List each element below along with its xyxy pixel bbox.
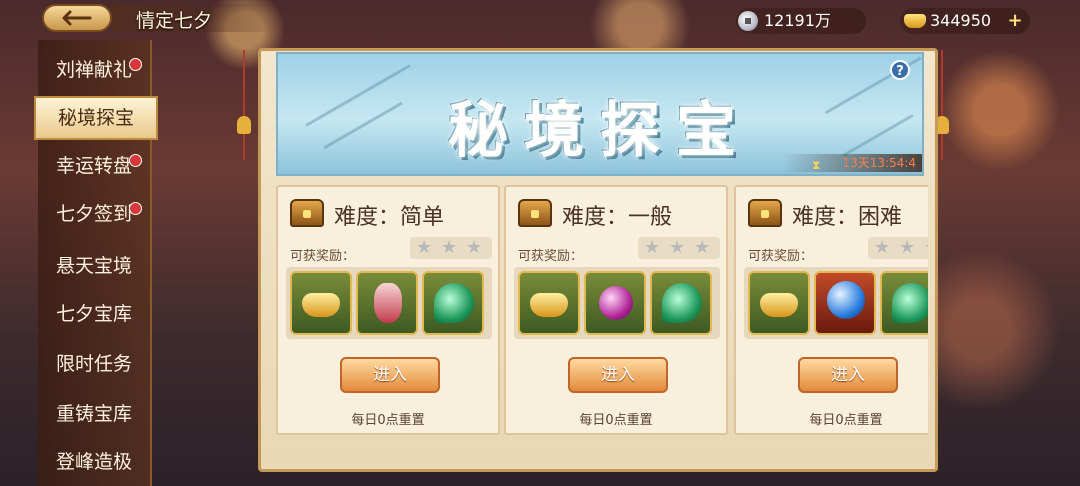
sidebar-item-label: 限时任务: [55, 353, 132, 375]
page-title: 情定七夕: [136, 10, 213, 32]
sidebar-item-checkin[interactable]: 七夕签到: [38, 192, 150, 236]
sidebar-item-label: 秘境探宝: [57, 107, 134, 129]
star-rating: ★ ★ ★: [868, 237, 928, 259]
sidebar-item-treasury[interactable]: 七夕宝库: [38, 292, 150, 336]
sidebar: 刘禅献礼 秘境探宝 幸运转盘 七夕签到 悬天宝境 七夕宝库 限时任务 重铸宝库 …: [34, 40, 158, 486]
difficulty-title: 难度：简单: [334, 205, 445, 230]
jade-pendant-icon[interactable]: [880, 271, 928, 335]
difficulty-card-hard: 难度：困难 可获奖励： ★ ★ ★ 进入 每日0点重置: [734, 185, 928, 435]
star-icon: ★: [924, 237, 928, 259]
sidebar-item-sky-realm[interactable]: 悬天宝境: [38, 244, 150, 288]
star-icon: ★: [899, 237, 916, 258]
star-icon: ★: [669, 237, 686, 258]
sidebar-item-label: 七夕宝库: [55, 303, 132, 325]
chest-icon: [518, 199, 552, 227]
chest-icon: [748, 199, 782, 227]
star-icon: ★: [644, 237, 661, 258]
jade-pendant-icon[interactable]: [422, 271, 484, 335]
add-gold-button[interactable]: +: [1006, 12, 1024, 30]
silver-amount: 12191万: [764, 11, 831, 30]
enter-button[interactable]: 进入: [798, 357, 898, 393]
star-rating: ★ ★ ★: [410, 237, 492, 259]
sidebar-item-peak[interactable]: 登峰造极: [38, 440, 150, 484]
sidebar-item-label: 登峰造极: [55, 451, 132, 473]
difficulty-title: 难度：困难: [792, 205, 903, 230]
sidebar-item-lucky-wheel[interactable]: 幸运转盘: [38, 144, 150, 188]
reward-label: 可获奖励：: [290, 249, 356, 264]
chest-icon: [290, 199, 324, 227]
help-icon[interactable]: ?: [890, 60, 910, 80]
back-arrow-icon: [62, 10, 92, 26]
timer-text: 13天13:54:4: [842, 156, 916, 170]
star-icon: ★: [466, 237, 483, 258]
gold-currency: 344950 +: [900, 8, 1030, 34]
sidebar-item-label: 悬天宝境: [55, 255, 132, 277]
hourglass-icon: ⧗: [812, 158, 821, 172]
star-icon: ★: [874, 237, 891, 258]
top-bar: 情定七夕 12191万 344950 +: [0, 0, 1080, 40]
notification-dot: [129, 154, 142, 167]
sidebar-item-label: 重铸宝库: [55, 403, 132, 425]
countdown-timer: ⧗ 13天13:54:4: [782, 154, 922, 172]
reward-row: [286, 267, 492, 339]
silver-currency: 12191万: [736, 8, 866, 34]
sidebar-item-tasks[interactable]: 限时任务: [38, 342, 150, 386]
purple-orb-icon[interactable]: [584, 271, 646, 335]
reward-row: [514, 267, 720, 339]
sidebar-item-label: 刘禅献礼: [55, 59, 132, 81]
gold-ingot-icon[interactable]: [748, 271, 810, 335]
reward-row: [744, 267, 928, 339]
bell-icon: [237, 116, 251, 134]
enter-button[interactable]: 进入: [568, 357, 668, 393]
back-button[interactable]: [42, 4, 112, 32]
reward-label: 可获奖励：: [748, 249, 814, 264]
gold-ingot-icon[interactable]: [290, 271, 352, 335]
sidebar-item-recast[interactable]: 重铸宝库: [38, 392, 150, 436]
star-icon: ★: [441, 237, 458, 258]
crystal-ball-icon[interactable]: [814, 271, 876, 335]
star-icon: ★: [694, 237, 711, 258]
difficulty-title: 难度：一般: [562, 205, 673, 230]
reset-note: 每日0点重置: [579, 413, 653, 428]
sidebar-item-label: 七夕签到: [55, 203, 132, 225]
gold-ingot-icon: [904, 14, 926, 28]
gold-amount: 344950: [930, 11, 992, 30]
silver-coin-icon: [738, 11, 758, 31]
difficulty-cards: 难度：简单 可获奖励： ★ ★ ★ 进入 每日0点重置 难度：一般 可获奖励： …: [276, 185, 928, 437]
sidebar-item-treasure-hunt[interactable]: 秘境探宝: [34, 96, 158, 140]
jade-pendant-icon[interactable]: [650, 271, 712, 335]
notification-dot: [129, 202, 142, 215]
sidebar-item-label: 幸运转盘: [55, 155, 132, 177]
reset-note: 每日0点重置: [351, 413, 425, 428]
star-icon: ★: [416, 237, 433, 258]
hanging-bell-left: [236, 50, 252, 180]
enter-button[interactable]: 进入: [340, 357, 440, 393]
star-rating: ★ ★ ★: [638, 237, 720, 259]
reward-label: 可获奖励：: [518, 249, 584, 264]
sidebar-item-liushan[interactable]: 刘禅献礼: [38, 48, 150, 92]
difficulty-card-normal: 难度：一般 可获奖励： ★ ★ ★ 进入 每日0点重置: [504, 185, 728, 435]
difficulty-card-easy: 难度：简单 可获奖励： ★ ★ ★ 进入 每日0点重置: [276, 185, 500, 435]
red-potion-icon[interactable]: [356, 271, 418, 335]
reset-note: 每日0点重置: [809, 413, 883, 428]
notification-dot: [129, 58, 142, 71]
gold-ingot-icon[interactable]: [518, 271, 580, 335]
